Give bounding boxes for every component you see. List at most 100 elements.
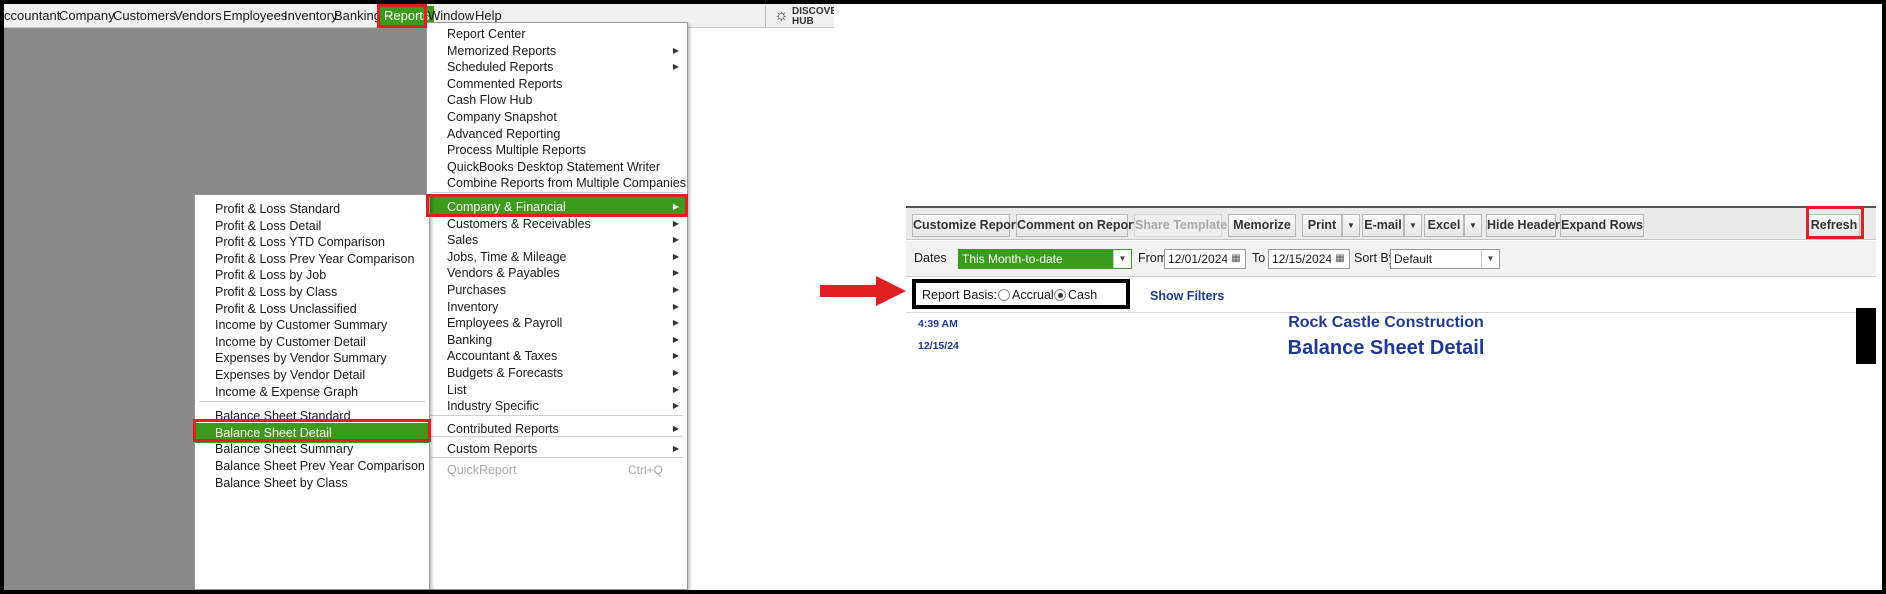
share-template-button[interactable]: Share Template (1134, 214, 1227, 237)
to-label: To (1252, 251, 1266, 265)
menu-item-label: QuickBooks Desktop Statement Writer (447, 159, 661, 174)
discover-hub-button[interactable]: ☼ DISCOVER HUB (765, 6, 834, 27)
from-label: From (1138, 251, 1168, 265)
menu-item-label: Industry Specific (447, 399, 539, 414)
menu-separator (431, 414, 683, 416)
comment-on-report-button[interactable]: Comment on Report (1016, 214, 1137, 237)
sort-by-label: Sort By (1354, 251, 1395, 265)
to-date-value: 12/15/2024 (1272, 252, 1333, 266)
report-title: Balance Sheet Detail (1287, 337, 1485, 359)
reports-menu-item-industry-specific[interactable]: Industry Specific ▶ (427, 396, 687, 416)
menu-item-label: Profit & Loss Standard (215, 202, 341, 216)
menu-item-label: Inventory (447, 299, 499, 314)
menu-separator (199, 401, 425, 403)
report-basis-group: Report Basis: Accrual Cash (912, 279, 1130, 309)
menu-item-label: Vendors & Payables (447, 266, 560, 281)
menu-item-label: Scheduled Reports (447, 60, 554, 75)
menu-item-label: Advanced Reporting (447, 126, 561, 141)
chevron-down-icon: ▼ (1113, 250, 1131, 268)
filter-bar: Dates This Month-to-date ▼ From 12/01/20… (906, 241, 1876, 277)
from-date-value: 12/01/2024 (1168, 252, 1229, 266)
menu-company[interactable]: Company (59, 8, 115, 23)
menu-item-label: Purchases (447, 283, 507, 297)
menu-item-label: Income by Customer Summary (215, 318, 388, 333)
report-toolbar: Customize Report Comment on Report Share… (906, 206, 1876, 240)
dates-label: Dates (914, 251, 947, 265)
report-basis-label: Report Basis: (922, 288, 998, 302)
print-button[interactable]: Print (1302, 214, 1342, 237)
cash-radio[interactable] (1054, 289, 1066, 301)
menu-banking[interactable]: Banking (334, 8, 381, 23)
menu-item-label: Profit & Loss Prev Year Comparison (215, 251, 415, 266)
report-window: Customize Report Comment on Report Share… (906, 206, 1876, 590)
cf-menu-item-income-and-expense-graph[interactable]: Income & Expense Graph (195, 382, 429, 402)
menu-inventory[interactable]: Inventory (284, 8, 337, 23)
highlight-balance-sheet-detail (193, 419, 431, 442)
reports-dropdown: Report Center Memorized Reports ▶ Scheduled… (426, 22, 688, 590)
print-dropdown-icon[interactable]: ▼ (1342, 214, 1360, 237)
customize-report-button[interactable]: Customize Report (912, 214, 1020, 237)
menu-item-label: Employees & Payroll (447, 316, 563, 331)
menu-window[interactable]: Window (428, 8, 474, 23)
menu-item-label: Customers & Receivables (447, 216, 591, 231)
menu-separator (431, 457, 683, 458)
menu-item-label: Banking (447, 332, 493, 347)
menu-item-label: Income & Expense Graph (215, 384, 359, 399)
reports-menu-item-quickreport[interactable]: QuickReport Ctrl+Q (427, 460, 687, 480)
sort-by-value: Default (1394, 252, 1433, 266)
quickbooks-window: ccountant Company Customers Vendors Empl… (4, 4, 834, 590)
excel-dropdown-icon[interactable]: ▼ (1464, 214, 1482, 237)
accrual-radio[interactable] (998, 289, 1010, 301)
menu-item-label: Income by Customer Detail (215, 334, 366, 349)
email-dropdown-icon[interactable]: ▼ (1404, 214, 1422, 237)
menu-accountant[interactable]: ccountant (4, 8, 60, 23)
menu-item-label: Contributed Reports (447, 421, 559, 436)
menu-item-label: Profit & Loss by Job (215, 268, 327, 283)
sort-by-select[interactable]: Default ▼ (1390, 249, 1500, 269)
menu-help[interactable]: Help (475, 8, 502, 23)
menu-item-label: Custom Reports (447, 442, 538, 457)
menu-item-label: Cash Flow Hub (447, 93, 533, 108)
highlight-company-financial (426, 194, 688, 217)
lightbulb-icon: ☼ (774, 7, 789, 24)
email-button[interactable]: E-mail (1362, 214, 1404, 237)
calendar-icon[interactable]: ▦ (1331, 250, 1349, 268)
menu-item-label: Combine Reports from Multiple Companies (447, 176, 686, 191)
menu-item-label: Commented Reports (447, 76, 563, 91)
to-date-field[interactable]: 12/15/2024 ▦ (1268, 249, 1350, 269)
show-filters-link[interactable]: Show Filters (1150, 289, 1224, 303)
cash-label[interactable]: Cash (1068, 288, 1097, 302)
menu-item-label: Company Snapshot (447, 110, 557, 124)
menu-item-label: Accountant & Taxes (447, 349, 558, 364)
menu-vendors[interactable]: Vendors (174, 8, 222, 23)
menu-customers[interactable]: Customers (113, 8, 176, 23)
menu-item-label: Budgets & Forecasts (447, 366, 564, 380)
menu-item-label: Profit & Loss Detail (215, 218, 322, 233)
menu-item-label: List (447, 382, 467, 397)
submenu-arrow-icon: ▶ (672, 401, 679, 411)
cf-menu-item-balance-sheet-by-class[interactable]: Balance Sheet by Class (195, 473, 429, 493)
scrollbar[interactable] (1856, 308, 1876, 364)
accrual-label[interactable]: Accrual (1012, 288, 1054, 302)
company-financial-submenu: Profit & Loss Standard Profit & Loss Deta… (194, 194, 430, 590)
reports-menu-item-combine-reports-from-multiple-companies[interactable]: Combine Reports from Multiple Companies (427, 173, 687, 193)
excel-button[interactable]: Excel (1424, 214, 1464, 237)
menu-item-label: Profit & Loss YTD Comparison (215, 235, 385, 250)
memorize-button[interactable]: Memorize (1228, 214, 1296, 237)
dates-value: This Month-to-date (962, 252, 1063, 266)
menu-item-label: Process Multiple Reports (447, 143, 586, 158)
hide-header-button[interactable]: Hide Header (1486, 214, 1560, 237)
menu-item-label: Memorized Reports (447, 43, 557, 58)
calendar-icon[interactable]: ▦ (1227, 250, 1245, 268)
menu-item-label: Balance Sheet Prev Year Comparison (215, 459, 425, 473)
hub-label: DISCOVER HUB (792, 6, 834, 27)
highlight-reports-menu (377, 4, 427, 28)
expand-rows-button[interactable]: Expand Rows (1560, 214, 1644, 237)
arrow-right-icon (820, 276, 906, 306)
menu-item-label: Report Center (447, 27, 526, 41)
menu-item-label: Expenses by Vendor Detail (215, 368, 366, 382)
menu-employees[interactable]: Employees (223, 8, 287, 23)
dates-select[interactable]: This Month-to-date ▼ (958, 249, 1132, 269)
divider (906, 312, 1876, 313)
from-date-field[interactable]: 12/01/2024 ▦ (1164, 249, 1246, 269)
